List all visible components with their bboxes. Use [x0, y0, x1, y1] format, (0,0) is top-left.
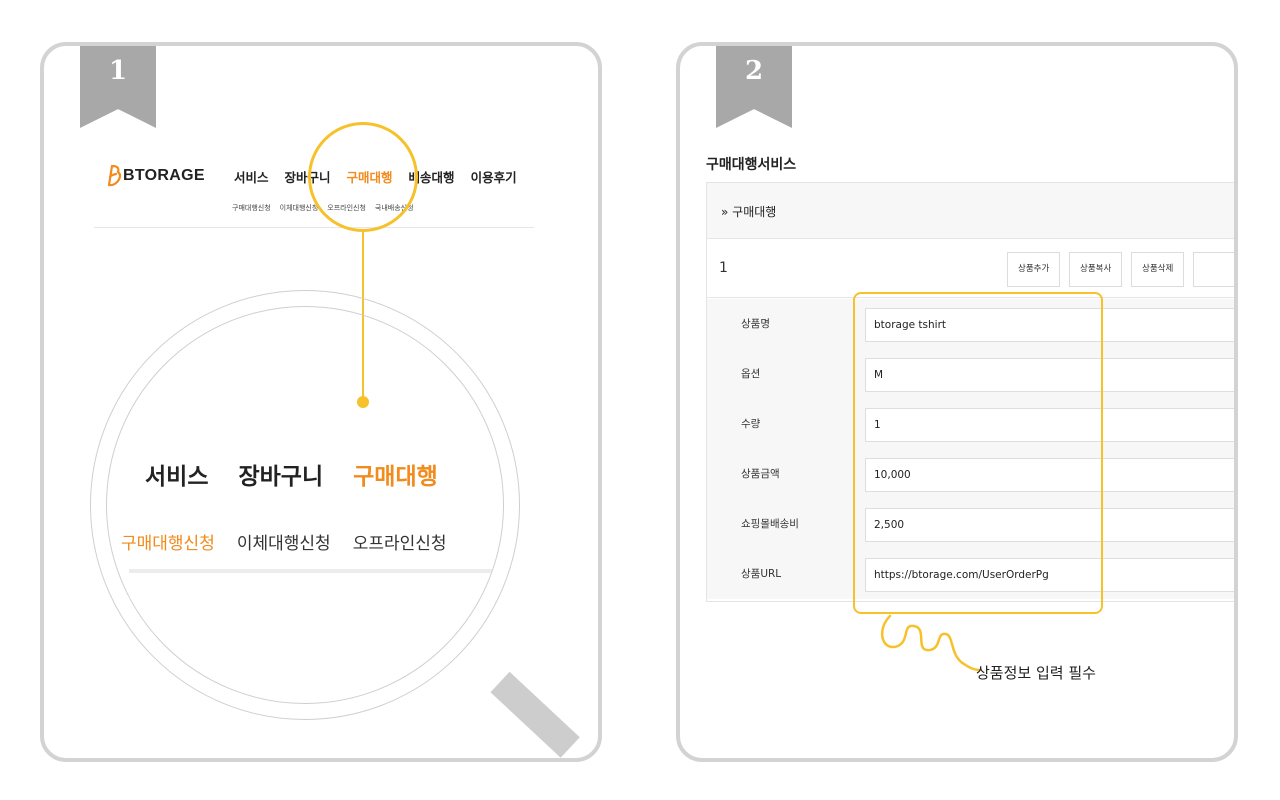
- required-info-note: 상품정보 입력 필수: [976, 664, 1096, 682]
- zoomed-submenu-purchase-request: 구매대행신청: [121, 534, 215, 554]
- section-label: » 구매대행: [721, 205, 777, 219]
- menu-item-reviews[interactable]: 이용후기: [471, 167, 517, 186]
- add-product-button[interactable]: 상품추가: [1007, 252, 1061, 287]
- item-header: 1 상품추가 상품복사 상품삭제: [707, 240, 1234, 298]
- step-1-badge: 1: [80, 46, 156, 128]
- zoomed-menu: 서비스 장바구니 구매대행: [145, 457, 438, 491]
- submenu-item-purchase-request[interactable]: 구매대행신청: [232, 203, 271, 213]
- copy-product-button[interactable]: 상품복사: [1069, 252, 1123, 287]
- required-fields-highlight: [853, 292, 1103, 614]
- menu-item-service[interactable]: 서비스: [234, 167, 269, 186]
- product-name-label: 상품명: [741, 318, 770, 330]
- logo-text: BTORAGE: [123, 167, 205, 184]
- magnifier-handle: [490, 671, 580, 758]
- zoom-focus-circle: [308, 122, 418, 232]
- squiggle-arrow-icon: [880, 614, 982, 672]
- zoomed-menu-service: 서비스: [145, 464, 209, 490]
- magnifier-lens: 서비스 장바구니 구매대행 구매대행신청 이체대행신청 오프라인신청: [106, 306, 504, 704]
- zoomed-submenu-offline-request: 오프라인신청: [352, 534, 447, 554]
- submenu-item-transfer-request[interactable]: 이체대행신청: [280, 203, 319, 213]
- zoomed-divider: [129, 569, 499, 573]
- item-number: 1: [719, 260, 728, 276]
- zoomed-menu-cart: 장바구니: [238, 464, 324, 490]
- delete-product-button[interactable]: 상품삭제: [1131, 252, 1185, 287]
- logo-b-icon: [107, 164, 122, 187]
- option-label: 옵션: [741, 368, 761, 380]
- step-2-panel: 2 구매대행서비스 » 구매대행 1 상품추가 상품복사 상품삭제 상품명 옵션…: [676, 42, 1238, 762]
- zoomed-submenu-transfer-request: 이체대행신청: [236, 534, 331, 554]
- step-1-panel: 1 BTORAGE 서비스 장바구니 구매대행 배송대행 이용후기 구매대행신청…: [40, 42, 602, 762]
- step-2-badge: 2: [716, 46, 792, 128]
- btorage-logo[interactable]: BTORAGE: [106, 164, 205, 188]
- page-title: 구매대행서비스: [706, 157, 797, 173]
- shipping-fee-label: 쇼핑몰배송비: [741, 518, 799, 530]
- section-header: » 구매대행: [707, 183, 1234, 239]
- price-label: 상품금액: [741, 468, 780, 480]
- zoomed-submenu: 구매대행신청 이체대행신청 오프라인신청: [121, 529, 447, 554]
- zoomed-menu-purchase-agency: 구매대행: [353, 464, 438, 490]
- product-url-label: 상품URL: [741, 568, 782, 580]
- more-button[interactable]: [1193, 252, 1234, 287]
- quantity-label: 수량: [741, 418, 761, 430]
